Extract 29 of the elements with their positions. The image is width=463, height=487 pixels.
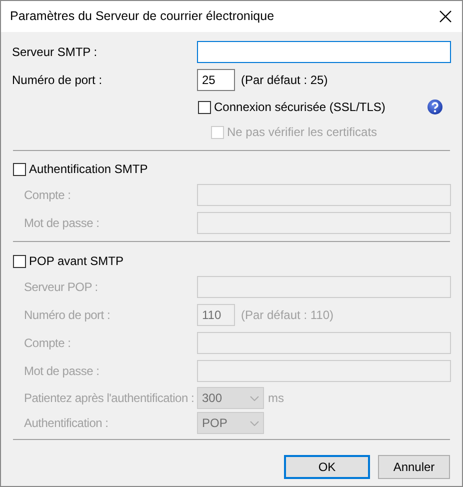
field-label: Compte : xyxy=(23,335,72,352)
field-label: Mot de passe : xyxy=(23,215,100,232)
help-icon[interactable] xyxy=(427,99,443,115)
ok-button[interactable]: OK xyxy=(284,455,370,479)
field-label: Serveur POP : xyxy=(23,279,99,296)
window-title: Paramètres du Serveur de courrier électronique xyxy=(10,8,274,26)
checkbox-label: Ne pas vérifier les certificats xyxy=(227,124,378,141)
field-label: Patientez après l'authentification : xyxy=(23,390,196,407)
field-label: Authentification : xyxy=(23,415,110,432)
checkbox-label: Authentification SMTP xyxy=(29,161,148,178)
field-label: Mot de passe : xyxy=(23,363,100,380)
unit-label: ms xyxy=(268,390,284,407)
cancel-button[interactable]: Annuler xyxy=(378,455,450,479)
checkbox-label: POP avant SMTP xyxy=(29,253,124,270)
field-label: Numéro de port : xyxy=(23,307,112,324)
input-field[interactable] xyxy=(197,41,451,63)
checkbox[interactable] xyxy=(198,100,211,114)
field-label: Serveur SMTP : xyxy=(12,44,98,61)
caret-icon xyxy=(250,420,259,426)
default-hint: (Par défaut : 110) xyxy=(241,307,334,324)
field-label: Numéro de port : xyxy=(12,72,104,89)
default-hint: (Par défaut : 25) xyxy=(241,72,328,89)
caret-icon xyxy=(250,396,259,400)
checkbox-label: Connexion sécurisée (SSL/TLS) xyxy=(214,99,386,116)
field-label: Compte : xyxy=(23,187,72,204)
port-field[interactable]: 25 xyxy=(197,69,235,91)
checkbox[interactable] xyxy=(13,162,26,176)
close-icon[interactable] xyxy=(439,10,452,23)
checkbox[interactable] xyxy=(13,254,26,268)
